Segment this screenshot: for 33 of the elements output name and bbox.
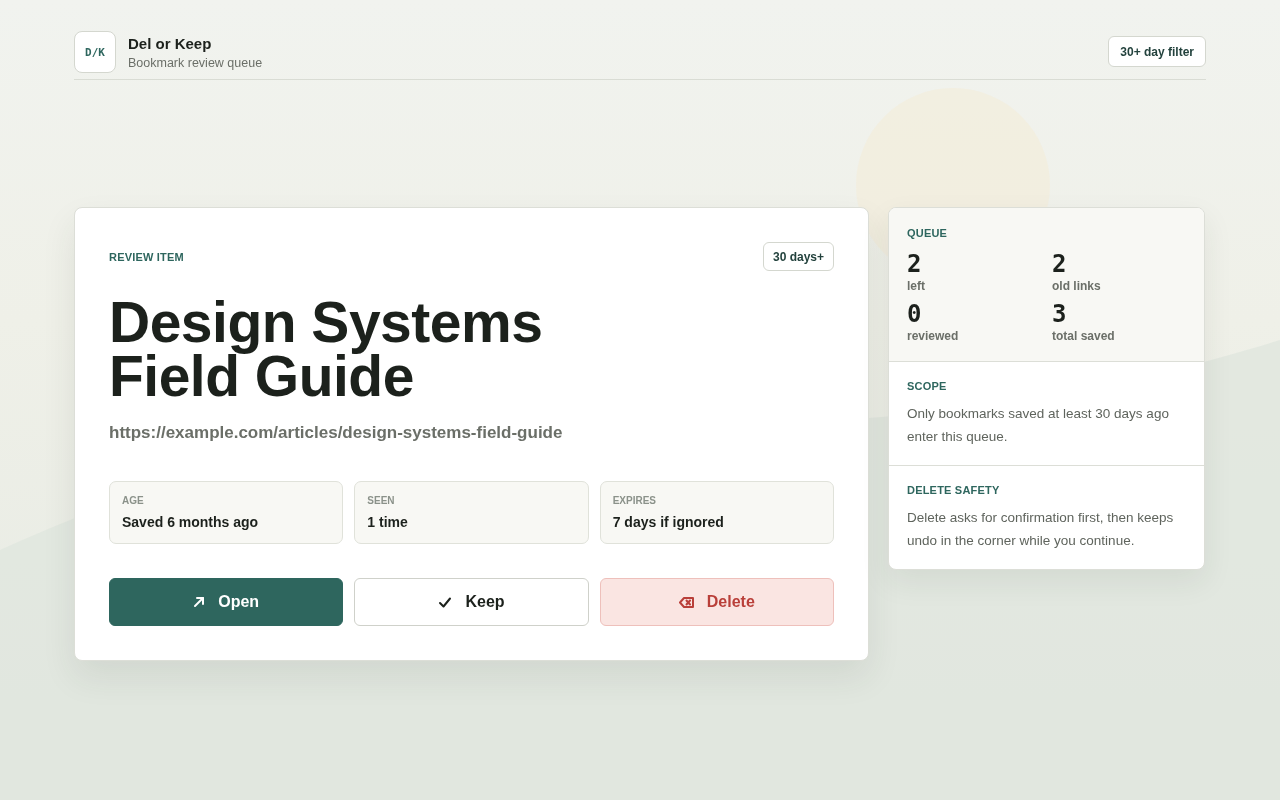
section-label: QUEUE [907, 227, 949, 239]
meta-label: AGE [122, 495, 145, 506]
filter-button[interactable]: 30+ day filter [1108, 36, 1206, 67]
stat-value: 2 [907, 251, 923, 277]
stat-value: 3 [1052, 301, 1068, 327]
meta-label: EXPIRES [612, 495, 657, 506]
section-label: REVIEW ITEM [109, 250, 184, 263]
backspace-icon [678, 595, 694, 609]
arrow-up-right-icon [193, 596, 206, 608]
age-badge: 30 days+ [762, 242, 834, 271]
stat-value: 0 [907, 301, 923, 327]
stat-label: left [907, 279, 926, 293]
note-text: Delete asks for confirmation first, then keeps undo in the corner while you continue. [907, 509, 1175, 550]
section-label: SCOPE [907, 380, 948, 392]
meta-value: Saved 6 months ago [122, 514, 260, 530]
stat-value: 2 [1052, 251, 1068, 277]
note-text: Only bookmarks saved at least 30 days ago enter this queue. [907, 405, 1170, 446]
section-label: DELETE SAFETY [907, 484, 1001, 496]
bookmark-url: https://example.com/articles/design-systems-field-guide [109, 423, 564, 443]
keep-button[interactable]: Keep [354, 578, 589, 626]
meta-label: SEEN [367, 495, 396, 506]
app-subtitle: Bookmark review queue [128, 55, 263, 70]
meta-value: 7 days if ignored [612, 514, 725, 530]
app-title: Del or Keep [128, 34, 213, 52]
check-icon [438, 595, 453, 609]
app-logo: D/K [74, 31, 116, 73]
stat-label: old links [1052, 279, 1102, 293]
meta-value: 1 time [367, 514, 409, 530]
bookmark-title: Design Systems Field Guide [109, 295, 544, 403]
stat-label: reviewed [907, 329, 960, 343]
open-button[interactable]: Open [109, 578, 344, 626]
delete-button[interactable]: Delete [599, 578, 834, 626]
stat-label: total saved [1052, 329, 1116, 343]
